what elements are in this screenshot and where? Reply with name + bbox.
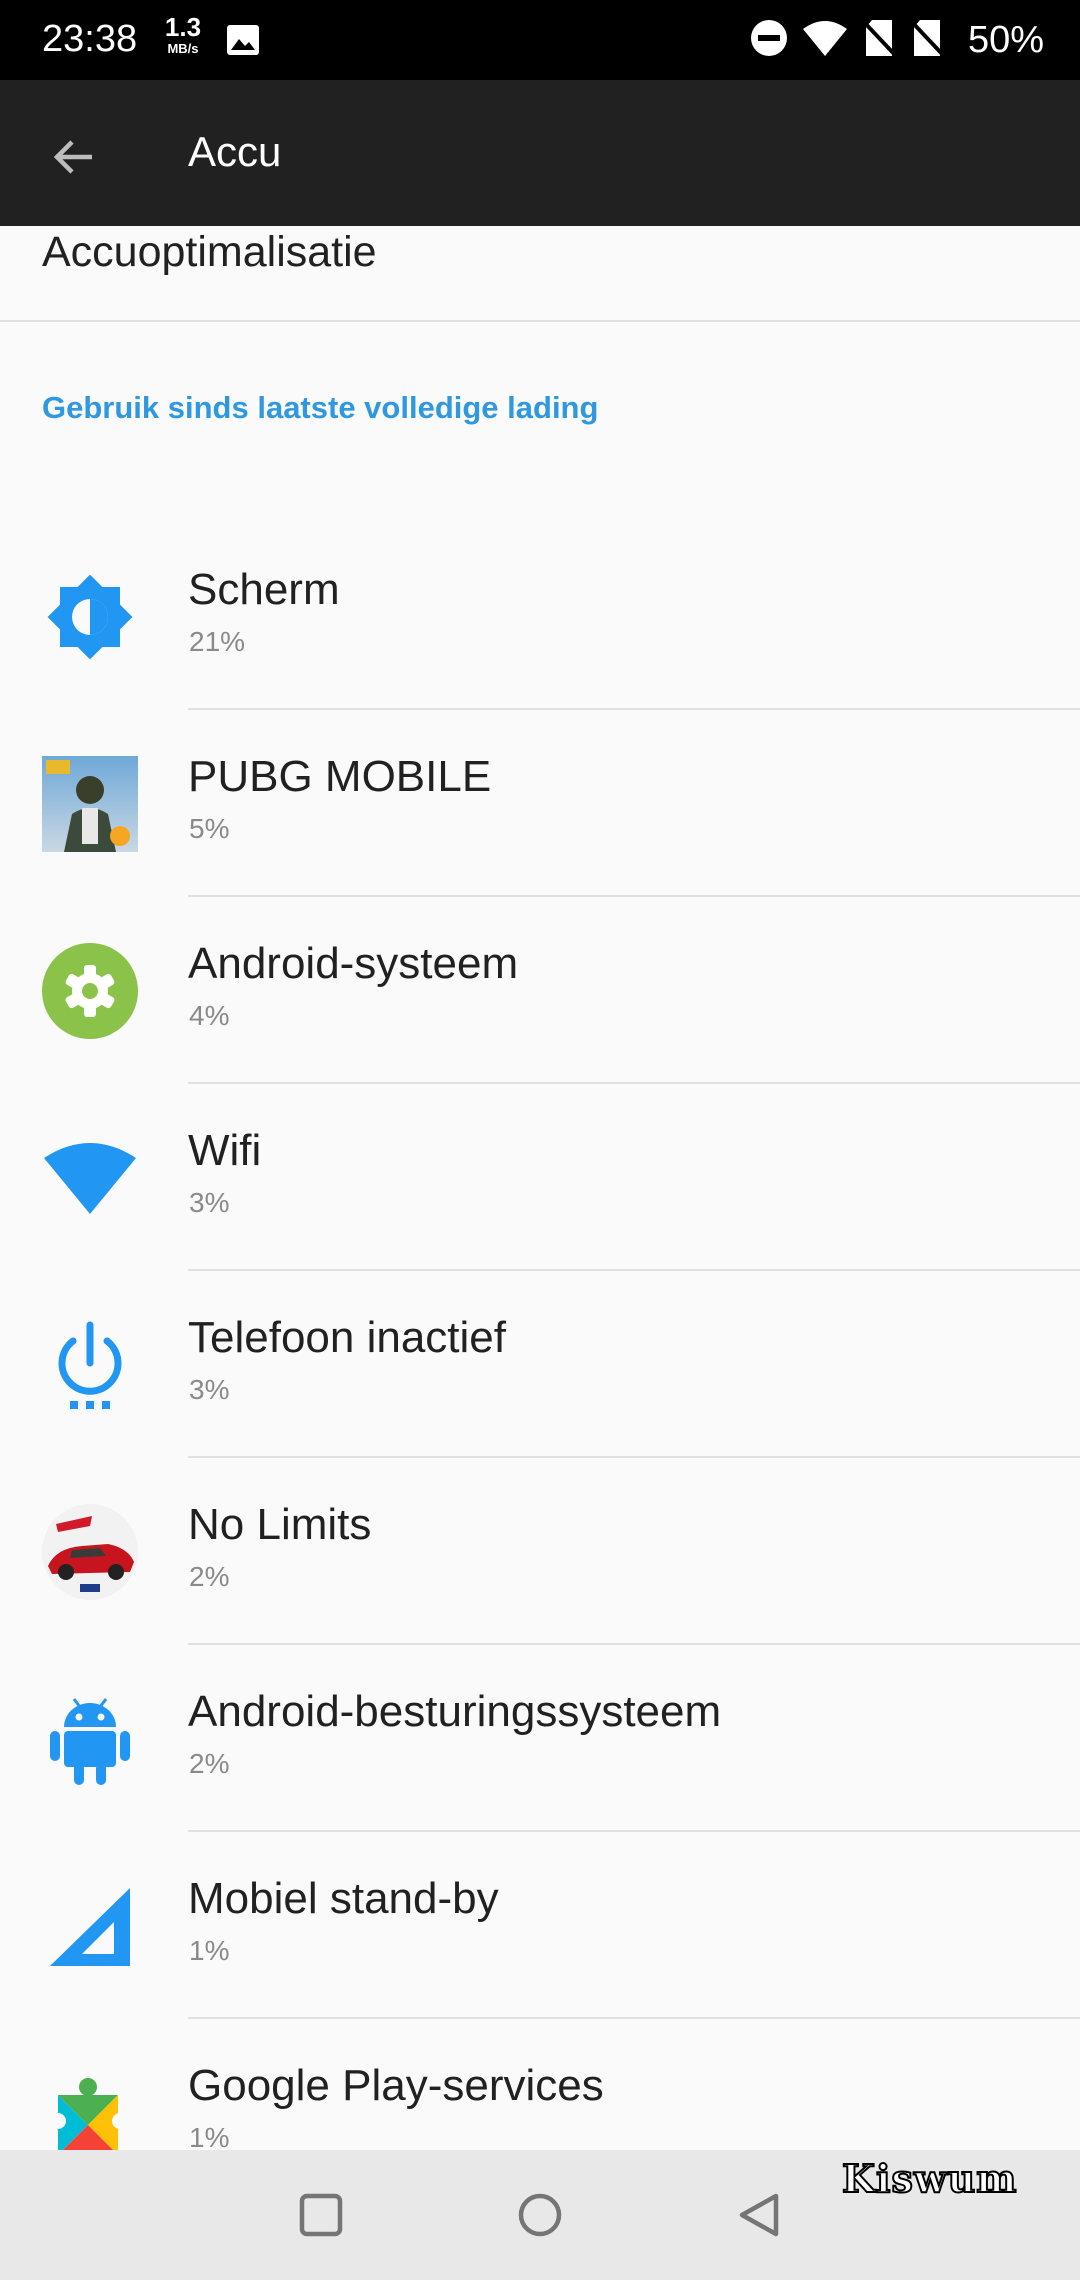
section-header: Gebruik sinds laatste volledige lading bbox=[42, 390, 599, 425]
usage-item-google-play-services[interactable]: Google Play-services 1% bbox=[0, 2019, 1080, 2150]
wifi-icon bbox=[802, 19, 848, 62]
battery-optimization-label: Accuoptimalisatie bbox=[42, 228, 377, 276]
usage-item-android-os[interactable]: Android-besturingssysteem 2% bbox=[0, 1645, 1080, 1832]
wifi-icon bbox=[42, 1130, 138, 1226]
brightness-icon bbox=[42, 569, 138, 665]
usage-item-percent: 3% bbox=[189, 1187, 230, 1218]
battery-optimization-row[interactable]: Accuoptimalisatie bbox=[0, 226, 1080, 322]
watermark: Kiswum bbox=[841, 2155, 1018, 2202]
usage-item-screen[interactable]: Scherm 21% bbox=[0, 523, 1080, 710]
usage-item-name: Telefoon inactief bbox=[188, 1313, 506, 1362]
usage-item-percent: 1% bbox=[189, 2122, 230, 2150]
usage-item-percent: 3% bbox=[189, 1374, 230, 1405]
usage-item-name: PUBG MOBILE bbox=[188, 752, 492, 801]
usage-item-percent: 4% bbox=[189, 1000, 230, 1031]
usage-item-no-limits[interactable]: No Limits 2% bbox=[0, 1458, 1080, 1645]
pubg-app-icon bbox=[42, 756, 138, 852]
usage-item-name: Mobiel stand-by bbox=[188, 1874, 499, 1923]
usage-item-percent: 2% bbox=[189, 1561, 230, 1592]
usage-item-name: Android-systeem bbox=[188, 939, 519, 988]
usage-item-phone-idle[interactable]: Telefoon inactief 3% bbox=[0, 1271, 1080, 1458]
nfs-no-limits-app-icon bbox=[42, 1504, 138, 1600]
usage-item-pubg[interactable]: PUBG MOBILE 5% bbox=[0, 710, 1080, 897]
home-icon[interactable] bbox=[505, 2180, 575, 2250]
usage-item-mobile-standby[interactable]: Mobiel stand-by 1% bbox=[0, 1832, 1080, 2019]
status-bar: 23:38 1.3 MB/s 50% bbox=[0, 0, 1080, 80]
image-icon bbox=[226, 24, 260, 56]
network-speed-value: 1.3 bbox=[164, 12, 202, 42]
usage-item-percent: 5% bbox=[189, 813, 230, 844]
power-idle-icon bbox=[42, 1317, 138, 1413]
usage-item-percent: 21% bbox=[189, 626, 246, 657]
cell-signal-icon bbox=[42, 1878, 138, 1974]
android-robot-icon bbox=[42, 1691, 138, 1787]
usage-item-name: Google Play-services bbox=[188, 2061, 604, 2110]
usage-list: Scherm 21% PUBG MOBILE 5% Android-systee… bbox=[0, 523, 1080, 2150]
usage-item-wifi[interactable]: Wifi 3% bbox=[0, 1084, 1080, 1271]
no-sim-icon bbox=[860, 18, 898, 63]
settings-gear-icon bbox=[42, 943, 138, 1039]
back-icon[interactable] bbox=[724, 2180, 794, 2250]
usage-item-percent: 2% bbox=[189, 1748, 230, 1779]
google-play-services-icon bbox=[42, 2065, 138, 2150]
battery-settings-list[interactable]: Accuoptimalisatie Gebruik sinds laatste … bbox=[0, 226, 1080, 2150]
no-sim-icon bbox=[908, 18, 946, 63]
app-bar: Accu bbox=[0, 80, 1080, 226]
usage-item-name: Android-besturingssysteem bbox=[188, 1687, 722, 1736]
usage-item-name: Wifi bbox=[188, 1126, 262, 1175]
recents-icon[interactable] bbox=[286, 2180, 356, 2250]
page-title: Accu bbox=[188, 128, 282, 175]
network-speed-unit: MB/s bbox=[167, 41, 199, 56]
usage-item-android-system[interactable]: Android-systeem 4% bbox=[0, 897, 1080, 1084]
usage-item-name: Scherm bbox=[188, 565, 340, 614]
usage-item-name: No Limits bbox=[188, 1500, 372, 1549]
dnd-icon bbox=[750, 19, 788, 62]
status-icons: 50% bbox=[750, 14, 1044, 66]
arrow-back-icon[interactable] bbox=[40, 123, 108, 191]
network-speed: 1.3 MB/s bbox=[160, 14, 206, 55]
status-time: 23:38 bbox=[42, 18, 138, 60]
usage-item-percent: 1% bbox=[189, 1935, 230, 1966]
battery-percent: 50% bbox=[967, 18, 1044, 61]
